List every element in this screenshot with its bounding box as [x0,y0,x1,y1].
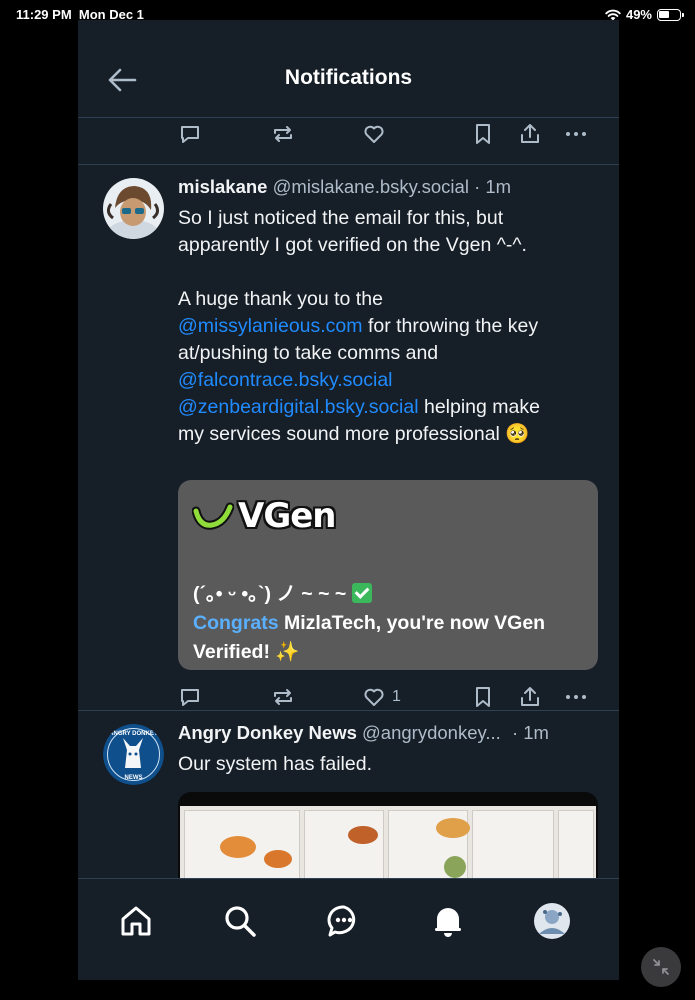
congrats-link[interactable]: Congrats [193,612,279,634]
embed-text: (´｡• ᵕ •｡`) ノ ~ ~ ~ Congrats MizlaTech, … [193,580,593,667]
home-icon[interactable] [114,899,158,943]
more-icon [566,132,586,136]
post-text-line: Our system has failed. [178,753,372,775]
post-text-line: @falcontrace.bsky.social [178,367,598,394]
mention-link[interactable]: @falcontrace.bsky.social [178,369,393,391]
bell-icon[interactable] [426,899,470,943]
post-text-line: apparently I got verified on the Vgen ^-… [178,234,527,256]
share-icon [521,124,539,143]
avatar-text: ANGRY DONKEY [109,731,158,737]
post-text-line: at/pushing to take comms and [178,342,439,364]
post-text-line: @zenbeardigital.bsky.social helping make [178,396,540,418]
post-text-line: So I just noticed the email for this, bu… [178,207,504,229]
vgen-logo-text: VGen [238,496,336,536]
reply-button[interactable] [178,120,202,148]
share-button[interactable] [518,120,542,148]
vgen-logo: VGen [192,496,336,536]
chat-icon[interactable] [322,899,366,943]
post-text: Our system has failed. [178,751,598,778]
share-button[interactable] [518,683,542,711]
like-icon [364,688,384,706]
avatar[interactable] [103,178,164,239]
more-button[interactable] [564,120,588,148]
repost-icon [274,689,292,705]
like-button[interactable] [362,120,386,148]
mention-link[interactable]: @zenbeardigital.bsky.social [178,396,419,418]
minimize-icon[interactable] [641,947,681,987]
post-body: Angry Donkey News @angrydonkey... · 1m O… [178,721,598,778]
post-header: mislakane @mislakane.bsky.social · 1m [178,175,598,199]
avatar-text: NEWS [125,775,143,781]
repost-icon [274,126,292,142]
page-title: Notifications [284,66,413,89]
verified-line: Verified! ✨ [193,641,300,663]
like-button[interactable]: 1 [362,683,401,711]
app-window: Notifications mislakane @mislakane.bsky.… [78,20,619,980]
like-icon [364,125,384,143]
reply-button[interactable] [178,683,202,711]
post-mislakane[interactable]: mislakane @mislakane.bsky.social · 1m So… [78,165,619,710]
reply-icon [181,689,199,706]
post-time: · 1m [511,722,549,743]
avatar[interactable]: ANGRY DONKEY NEWS [103,724,164,785]
check-emoji-icon [351,583,372,603]
more-button[interactable] [564,683,588,711]
reply-icon [181,126,199,143]
bookmark-button[interactable] [472,120,494,148]
author-handle[interactable]: @mislakane.bsky.social · 1m [273,176,511,197]
post-text-line: my services sound more professional 🥺 [178,423,530,445]
bottom-nav [78,878,619,980]
kaomoji-line: (´｡• ᵕ •｡`) ノ ~ ~ ~ [193,580,593,609]
header: Notifications [78,20,619,118]
bookmark-icon [476,687,490,707]
vgen-mark-icon [192,502,234,530]
profile-avatar[interactable] [530,899,574,943]
bookmark-button[interactable] [472,683,494,711]
like-count: 1 [392,688,401,705]
author-name[interactable]: mislakane [178,176,267,197]
repost-button[interactable] [270,120,296,148]
battery-icon [657,8,684,21]
post-actions-previous [78,120,619,154]
post-body: mislakane @mislakane.bsky.social · 1m So… [178,175,598,448]
embed-card[interactable]: VGen (´｡• ᵕ •｡`) ノ ~ ~ ~ Congrats MizlaT… [178,480,598,670]
author-name[interactable]: Angry Donkey News [178,722,357,743]
more-icon [566,695,586,699]
bookmark-icon [476,124,490,144]
mention-link[interactable]: @missylanieous.com [178,315,363,337]
battery-percent: 49% [625,7,652,22]
wifi-icon [605,9,621,20]
post-text-line: A huge thank you to the [178,288,383,310]
repost-button[interactable] [270,683,296,711]
post-header: Angry Donkey News @angrydonkey... · 1m [178,721,598,745]
share-icon [521,687,539,706]
congrats-line: Congrats MizlaTech, you're now VGen [193,612,546,634]
author-handle[interactable]: @angrydonkey... [362,722,501,743]
post-text: So I just noticed the email for this, bu… [178,205,598,448]
post-text-line: @missylanieous.com for throwing the key [178,315,539,337]
search-icon[interactable] [218,899,262,943]
